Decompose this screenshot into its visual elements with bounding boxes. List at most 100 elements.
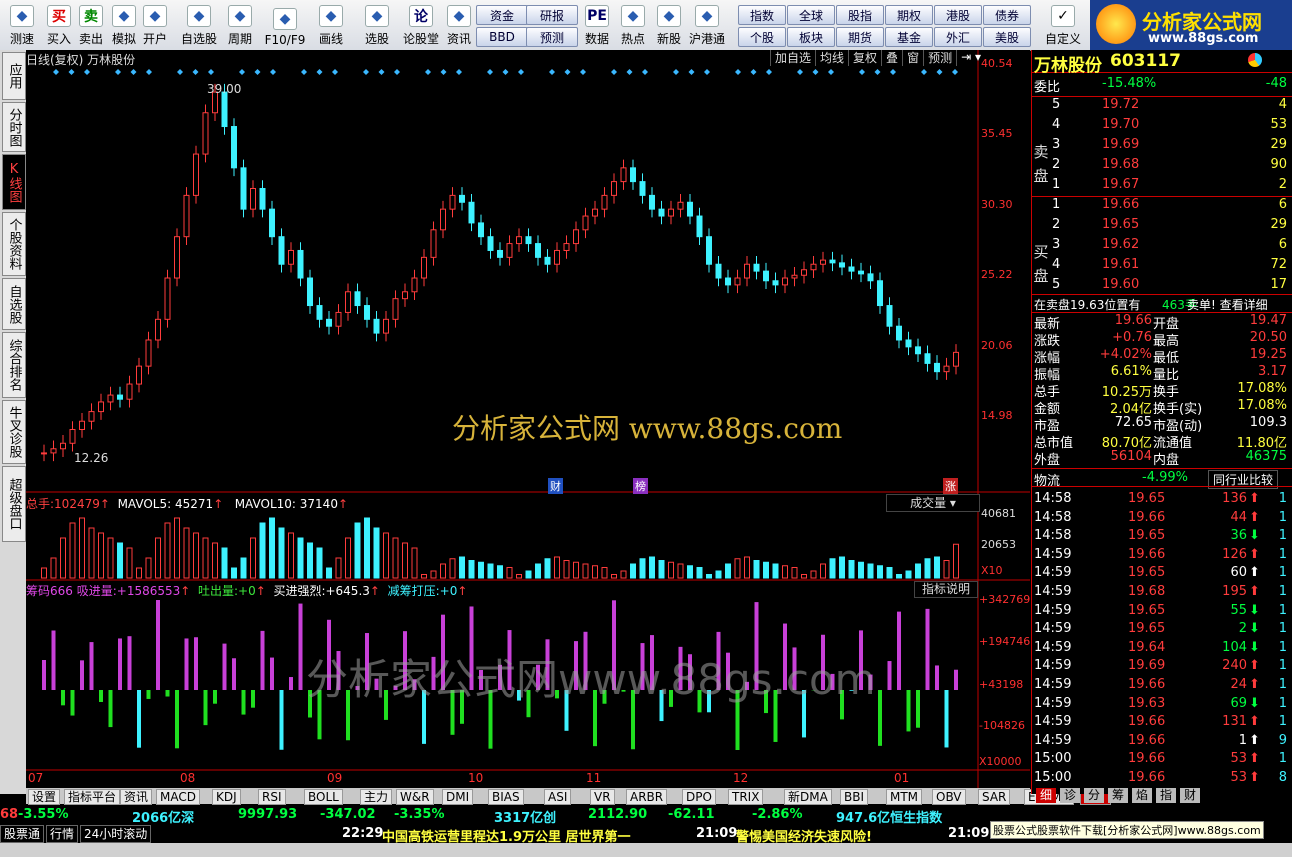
quote-tab-6[interactable]: 财	[1180, 788, 1200, 803]
custom-button[interactable]: ✓ 自定义	[1040, 3, 1086, 47]
market-button-3[interactable]: 期权	[885, 5, 933, 25]
buy-level-1[interactable]: 1 19.66 6	[1032, 197, 1292, 217]
indicator-tab-2[interactable]: 资讯	[120, 789, 153, 805]
tick-list[interactable]: 14:58 19.65 136 ⬆ 1 14:58 19.66 44 ⬆ 1 14:58 19.65 3…	[1032, 486, 1292, 787]
large-order-alert[interactable]: 在卖盘19.63位置有 463手 卖单! 查看详细	[1032, 294, 1292, 313]
indicator-tab-0[interactable]: 设置	[28, 789, 61, 805]
buy-level-4[interactable]: 4 19.61 72	[1032, 257, 1292, 277]
toolbar-button-5[interactable]: ◆ 自选股	[181, 3, 217, 47]
left-tab-6[interactable]: 牛叉诊股	[2, 400, 26, 464]
chart-button-1[interactable]: 均线	[815, 50, 848, 66]
toolbar-button-9[interactable]: ◆ 选股	[359, 3, 395, 47]
toolbar-button-14[interactable]: ◆ 新股	[651, 3, 687, 47]
left-tab-5[interactable]: 综合排名	[2, 332, 26, 398]
left-tab-3[interactable]: 个股资料	[2, 212, 26, 276]
indicator-tab-13[interactable]: ARBR	[626, 789, 668, 805]
quick-button-1[interactable]: 研报	[526, 5, 578, 25]
buy-level-2[interactable]: 2 19.65 29	[1032, 217, 1292, 237]
market-button-5[interactable]: 债券	[983, 5, 1031, 25]
toolbar-button-15[interactable]: ◆ 沪港通	[689, 3, 725, 47]
left-tab-4[interactable]: 自选股	[2, 278, 26, 330]
chart-button-5[interactable]: 预测	[923, 50, 956, 66]
market-button-11[interactable]: 美股	[983, 27, 1031, 47]
marker-cai[interactable]: 财	[548, 478, 563, 494]
indicator-explain-button[interactable]: 指标说明	[914, 581, 978, 598]
indicator-tab-16[interactable]: 新DMA	[784, 789, 832, 805]
indicator-tab-12[interactable]: VR	[590, 789, 615, 805]
market-button-1[interactable]: 全球	[787, 5, 835, 25]
indicator-tab-19[interactable]: OBV	[932, 789, 966, 805]
chart-button-2[interactable]: 复权	[848, 50, 881, 66]
toolbar-button-2[interactable]: 卖卖出	[73, 3, 109, 47]
market-button-4[interactable]: 港股	[934, 5, 982, 25]
indicator-tab-11[interactable]: ASI	[544, 789, 572, 805]
market-button-8[interactable]: 期货	[836, 27, 884, 47]
buy-level-3[interactable]: 3 19.62 6	[1032, 237, 1292, 257]
indicator-tab-7[interactable]: 主力	[360, 789, 393, 805]
market-button-2[interactable]: 股指	[836, 5, 884, 25]
sell-level-1[interactable]: 1 19.67 2	[1032, 177, 1292, 197]
toolbar-button-10[interactable]: 论论股堂	[403, 3, 439, 47]
quote-tab-5[interactable]: 指	[1156, 788, 1176, 803]
news-tab-2[interactable]: 24小时滚动	[80, 825, 152, 843]
toolbar-button-4[interactable]: ◆ 开户	[137, 3, 173, 47]
indicator-tab-20[interactable]: SAR	[978, 789, 1011, 805]
market-button-6[interactable]: 个股	[738, 27, 786, 47]
sell-level-3[interactable]: 3 19.69 29	[1032, 137, 1292, 157]
indicator-tab-10[interactable]: BIAS	[488, 789, 524, 805]
indicator-tab-18[interactable]: MTM	[886, 789, 923, 805]
sell-level-4[interactable]: 4 19.70 53	[1032, 117, 1292, 137]
toolbar-button-13[interactable]: ◆ 热点	[615, 3, 651, 47]
market-button-0[interactable]: 指数	[738, 5, 786, 25]
left-tab-0[interactable]: 应用	[2, 52, 26, 100]
pie-icon[interactable]	[1248, 53, 1262, 67]
quick-button-0[interactable]: 资金	[476, 5, 528, 25]
volume-bar	[259, 522, 266, 579]
left-tab-2[interactable]: K线图	[2, 154, 26, 210]
kline-chart-area[interactable]: 日线(复权) 万林股份 加自选 均线 复权叠窗预测 ⇥ ▾ 40.54 35.45 30.…	[26, 50, 1030, 794]
indicator-tab-6[interactable]: BOLL	[304, 789, 343, 805]
toolbar-button-6[interactable]: ◆ 周期	[222, 3, 258, 47]
news-tab-0[interactable]: 股票通	[0, 825, 45, 843]
indicator-tab-14[interactable]: DPO	[682, 789, 716, 805]
toolbar-button-8[interactable]: ◆ 画线	[313, 3, 349, 47]
ad-banner[interactable]: 股票公式股票软件下载[分析家公式网]www.88gs.com	[990, 821, 1264, 839]
indicator-tab-8[interactable]: W&R	[396, 789, 434, 805]
indicator-tab-9[interactable]: DMI	[442, 789, 474, 805]
toolbar-button-0[interactable]: ◆ 测速	[4, 3, 40, 47]
indicator-bar	[194, 637, 198, 690]
volume-bar	[278, 527, 285, 579]
toolbar-button-1[interactable]: 买买入	[41, 3, 77, 47]
quote-tab-4[interactable]: 焰	[1132, 788, 1152, 803]
toolbar-button-11[interactable]: ◆ 资讯	[441, 3, 477, 47]
indicator-tab-5[interactable]: RSI	[258, 789, 286, 805]
quote-tab-3[interactable]: 筹	[1108, 788, 1128, 803]
chart-button-3[interactable]: 叠	[881, 50, 902, 66]
indicator-tab-15[interactable]: TRIX	[728, 789, 764, 805]
quote-tab-1[interactable]: 诊	[1060, 788, 1080, 803]
sell-level-5[interactable]: 5 19.72 4	[1032, 97, 1292, 117]
volume-indicator-dropdown[interactable]: 成交量 ▾	[886, 494, 980, 512]
chart-button-4[interactable]: 窗	[902, 50, 923, 66]
news-tab-1[interactable]: 行情	[46, 825, 79, 843]
sell-level-2[interactable]: 2 19.68 90	[1032, 157, 1292, 177]
indicator-tab-3[interactable]: MACD	[156, 789, 200, 805]
quick-button-3[interactable]: 预测	[526, 27, 578, 47]
indicator-tab-4[interactable]: KDJ	[212, 789, 241, 805]
toolbar-button-7[interactable]: ◆ F10/F9	[265, 3, 305, 47]
quote-tab-2[interactable]: 分	[1084, 788, 1104, 803]
indicator-tab-1[interactable]: 指标平台	[64, 789, 121, 805]
chart-button-0[interactable]: 加自选	[770, 50, 815, 66]
toolbar-button-12[interactable]: PE 数据	[579, 3, 615, 47]
market-button-10[interactable]: 外汇	[934, 27, 982, 47]
left-tab-7[interactable]: 超级盘口	[2, 466, 26, 542]
market-button-7[interactable]: 板块	[787, 27, 835, 47]
indicator-tab-17[interactable]: BBI	[840, 789, 869, 805]
market-button-9[interactable]: 基金	[885, 27, 933, 47]
quote-tab-0[interactable]: 细	[1036, 788, 1056, 803]
indicator-bar	[165, 690, 170, 697]
quick-button-2[interactable]: BBD	[476, 27, 528, 47]
marker-bang[interactable]: 榜	[633, 478, 648, 494]
marker-zhang[interactable]: 涨	[943, 478, 958, 494]
left-tab-1[interactable]: 分时图	[2, 102, 26, 152]
